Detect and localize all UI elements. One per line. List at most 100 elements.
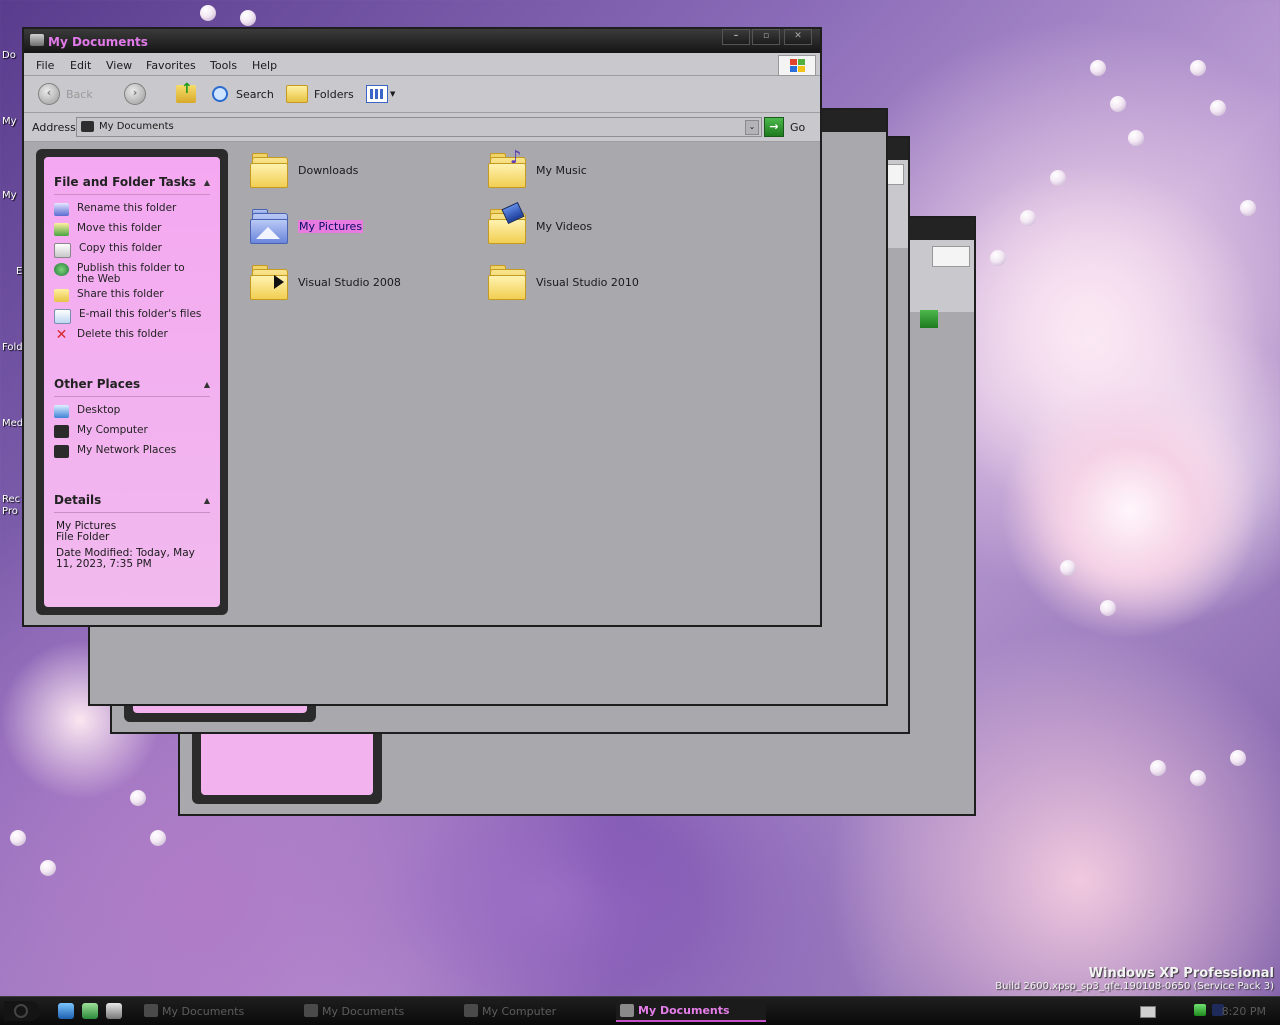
collapse-icon[interactable]: ▲ — [204, 496, 210, 505]
up-folder-icon: ↑ — [176, 81, 196, 103]
folder-item-visual-studio-2010[interactable]: Visual Studio 2010 — [488, 265, 639, 300]
task-label: Rename this folder — [77, 202, 177, 214]
folder-label: My Pictures — [298, 219, 364, 233]
views-icon — [366, 85, 388, 103]
keyboard-icon[interactable] — [1140, 1006, 1156, 1018]
menu-bar: File Edit View Favorites Tools Help — [24, 53, 820, 76]
folder-label: My Music — [536, 163, 587, 177]
quicklaunch-ie-icon[interactable] — [58, 1003, 74, 1019]
go-arrow-icon[interactable] — [920, 310, 938, 328]
details-header[interactable]: Details ▲ — [54, 493, 210, 513]
task-publish-folder[interactable]: Publish this folder to the Web — [54, 263, 214, 285]
network-icon — [54, 445, 69, 458]
back-label: Back — [66, 87, 93, 101]
network-tray-icon[interactable] — [1194, 1004, 1206, 1016]
start-button[interactable] — [4, 1001, 40, 1021]
watermark-line-1: Windows XP Professional — [1088, 966, 1274, 981]
back-button[interactable]: ‹ Back — [38, 83, 93, 105]
desktop-label[interactable]: My — [2, 116, 17, 127]
place-desktop[interactable]: Desktop — [54, 405, 214, 418]
menu-view[interactable]: View — [106, 59, 132, 72]
go-button[interactable]: → Go — [764, 117, 805, 137]
pictures-folder-icon — [250, 209, 288, 244]
place-network[interactable]: My Network Places — [54, 445, 214, 458]
taskbar-button-label: My Computer — [482, 1004, 557, 1018]
desktop-label[interactable]: Fold — [2, 342, 23, 353]
task-email-files[interactable]: E-mail this folder's files — [54, 309, 214, 324]
desktop-icon — [54, 405, 69, 418]
folder-item-my-music[interactable]: ♪ My Music — [488, 147, 587, 188]
back-arrow-icon: ‹ — [38, 83, 60, 105]
task-pane: File and Folder Tasks ▲ Rename this fold… — [36, 149, 228, 615]
forward-button[interactable]: › — [124, 83, 146, 105]
collapse-icon[interactable]: ▲ — [204, 178, 210, 187]
email-icon — [54, 309, 71, 324]
address-label: Address — [32, 121, 76, 134]
folder-window-icon — [30, 34, 44, 46]
taskbar-button-my-computer[interactable]: My Computer — [460, 1000, 610, 1022]
close-button[interactable]: ✕ — [784, 29, 812, 45]
details-modified: Date Modified: Today, May 11, 2023, 7:35… — [56, 547, 195, 570]
folders-icon — [286, 85, 308, 103]
folder-label: My Videos — [536, 219, 593, 233]
windows-version-watermark: Windows XP Professional Build 2600.xpsp_… — [995, 966, 1274, 992]
taskbar-button-my-documents-1[interactable]: My Documents — [140, 1000, 290, 1022]
title-bar[interactable]: My Documents – ▫ ✕ — [24, 29, 820, 53]
task-share-folder[interactable]: Share this folder — [54, 289, 214, 302]
globe-icon — [54, 263, 69, 276]
quicklaunch-desktop-icon[interactable] — [106, 1003, 122, 1019]
task-rename-folder[interactable]: Rename this folder — [54, 203, 214, 216]
file-tasks-header[interactable]: File and Folder Tasks ▲ — [54, 175, 210, 195]
task-label: Copy this folder — [79, 242, 162, 254]
folder-icon — [250, 153, 288, 188]
minimize-button[interactable]: – — [722, 29, 750, 45]
address-bar: Address My Documents ⌄ → Go — [24, 113, 820, 142]
forward-arrow-icon: › — [124, 83, 146, 105]
task-copy-folder[interactable]: Copy this folder — [54, 243, 214, 258]
taskbar-button-my-documents-active[interactable]: My Documents — [616, 1000, 766, 1022]
task-move-folder[interactable]: Move this folder — [54, 223, 214, 236]
task-delete-folder[interactable]: ✕ Delete this folder — [54, 328, 214, 342]
folder-item-my-videos[interactable]: My Videos — [488, 201, 593, 244]
folder-item-visual-studio-2008[interactable]: Visual Studio 2008 — [250, 265, 401, 300]
folder-icon — [81, 121, 94, 132]
place-my-computer[interactable]: My Computer — [54, 425, 214, 438]
quicklaunch-media-icon[interactable] — [82, 1003, 98, 1019]
task-label: Move this folder — [77, 222, 162, 234]
taskbar-button-label: My Documents — [162, 1004, 245, 1018]
menu-favorites[interactable]: Favorites — [146, 59, 196, 72]
place-label: My Computer — [77, 424, 148, 436]
explorer-window[interactable]: My Documents – ▫ ✕ File Edit View Favori… — [22, 27, 822, 627]
desktop-label[interactable]: Do — [2, 50, 16, 61]
folder-window-icon — [620, 1004, 634, 1017]
address-value: My Documents — [99, 121, 174, 132]
up-folder-button[interactable]: ↑ — [176, 81, 196, 104]
move-icon — [54, 223, 69, 236]
taskbar-button-my-documents-2[interactable]: My Documents — [300, 1000, 450, 1022]
address-input[interactable]: My Documents ⌄ — [76, 117, 762, 137]
chevron-down-icon[interactable]: ⌄ — [745, 120, 759, 135]
other-places-title: Other Places — [54, 377, 141, 391]
window-title: My Documents — [48, 35, 148, 49]
folder-item-downloads[interactable]: Downloads — [250, 153, 358, 188]
clock[interactable]: 8:20 PM — [1222, 1005, 1266, 1018]
windows-logo-icon — [932, 246, 970, 267]
search-button[interactable]: Search — [212, 84, 274, 104]
menu-edit[interactable]: Edit — [70, 59, 91, 72]
other-places-header[interactable]: Other Places ▲ — [54, 377, 210, 397]
desktop-label[interactable]: Med — [2, 418, 23, 429]
maximize-button[interactable]: ▫ — [752, 29, 780, 45]
collapse-icon[interactable]: ▲ — [204, 380, 210, 389]
desktop-label[interactable]: Rec — [2, 494, 20, 505]
computer-icon — [464, 1004, 478, 1017]
menu-file[interactable]: File — [36, 59, 54, 72]
menu-tools[interactable]: Tools — [210, 59, 237, 72]
desktop-label[interactable]: Pro — [2, 506, 18, 517]
folder-view[interactable]: Downloads ♪ My Music My Pictures My Vide… — [232, 141, 820, 625]
desktop-label[interactable]: My — [2, 190, 17, 201]
folders-button[interactable]: Folders — [286, 84, 354, 104]
standard-toolbar: ‹ Back › ↑ Search Folders ▼ — [24, 76, 820, 113]
folder-item-my-pictures[interactable]: My Pictures — [250, 209, 364, 244]
menu-help[interactable]: Help — [252, 59, 277, 72]
views-button[interactable]: ▼ — [366, 84, 395, 104]
